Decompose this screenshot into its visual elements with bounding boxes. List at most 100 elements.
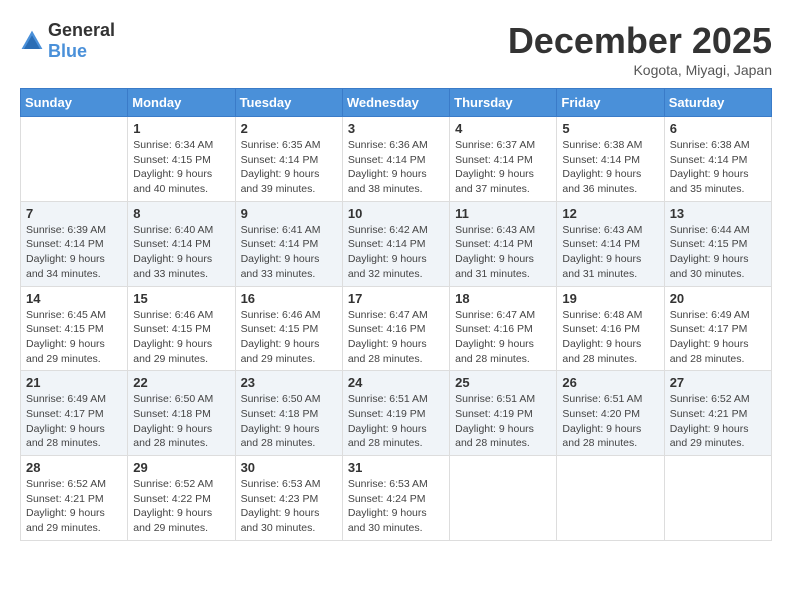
sunrise-text: Sunrise: 6:38 AM — [562, 139, 642, 151]
daylight-text: Daylight: 9 hours and 38 minutes. — [348, 168, 427, 195]
sunset-text: Sunset: 4:15 PM — [241, 323, 319, 335]
day-info: Sunrise: 6:35 AM Sunset: 4:14 PM Dayligh… — [241, 138, 337, 197]
day-number: 20 — [670, 291, 766, 306]
sunrise-text: Sunrise: 6:47 AM — [348, 309, 428, 321]
table-row: 10 Sunrise: 6:42 AM Sunset: 4:14 PM Dayl… — [342, 201, 449, 286]
sunrise-text: Sunrise: 6:44 AM — [670, 224, 750, 236]
sunrise-text: Sunrise: 6:39 AM — [26, 224, 106, 236]
table-row: 19 Sunrise: 6:48 AM Sunset: 4:16 PM Dayl… — [557, 286, 664, 371]
header-tuesday: Tuesday — [235, 89, 342, 117]
logo-general: General — [48, 20, 115, 40]
sunset-text: Sunset: 4:16 PM — [348, 323, 426, 335]
table-row — [450, 456, 557, 541]
sunrise-text: Sunrise: 6:47 AM — [455, 309, 535, 321]
table-row: 29 Sunrise: 6:52 AM Sunset: 4:22 PM Dayl… — [128, 456, 235, 541]
table-row: 6 Sunrise: 6:38 AM Sunset: 4:14 PM Dayli… — [664, 117, 771, 202]
day-number: 19 — [562, 291, 658, 306]
day-number: 21 — [26, 375, 122, 390]
day-info: Sunrise: 6:45 AM Sunset: 4:15 PM Dayligh… — [26, 308, 122, 367]
daylight-text: Daylight: 9 hours and 28 minutes. — [455, 423, 534, 450]
day-number: 28 — [26, 460, 122, 475]
day-info: Sunrise: 6:53 AM Sunset: 4:24 PM Dayligh… — [348, 477, 444, 536]
daylight-text: Daylight: 9 hours and 28 minutes. — [133, 423, 212, 450]
day-number: 5 — [562, 121, 658, 136]
day-info: Sunrise: 6:42 AM Sunset: 4:14 PM Dayligh… — [348, 223, 444, 282]
table-row: 21 Sunrise: 6:49 AM Sunset: 4:17 PM Dayl… — [21, 371, 128, 456]
daylight-text: Daylight: 9 hours and 28 minutes. — [562, 423, 641, 450]
day-number: 8 — [133, 206, 229, 221]
daylight-text: Daylight: 9 hours and 30 minutes. — [348, 507, 427, 534]
sunset-text: Sunset: 4:21 PM — [670, 408, 748, 420]
sunset-text: Sunset: 4:24 PM — [348, 493, 426, 505]
calendar-week-row: 21 Sunrise: 6:49 AM Sunset: 4:17 PM Dayl… — [21, 371, 772, 456]
day-number: 16 — [241, 291, 337, 306]
calendar-header-row: Sunday Monday Tuesday Wednesday Thursday… — [21, 89, 772, 117]
sunrise-text: Sunrise: 6:52 AM — [26, 478, 106, 490]
daylight-text: Daylight: 9 hours and 28 minutes. — [348, 338, 427, 365]
table-row: 7 Sunrise: 6:39 AM Sunset: 4:14 PM Dayli… — [21, 201, 128, 286]
sunset-text: Sunset: 4:19 PM — [455, 408, 533, 420]
daylight-text: Daylight: 9 hours and 28 minutes. — [348, 423, 427, 450]
day-info: Sunrise: 6:49 AM Sunset: 4:17 PM Dayligh… — [670, 308, 766, 367]
sunset-text: Sunset: 4:15 PM — [26, 323, 104, 335]
day-info: Sunrise: 6:49 AM Sunset: 4:17 PM Dayligh… — [26, 392, 122, 451]
day-number: 30 — [241, 460, 337, 475]
header-monday: Monday — [128, 89, 235, 117]
table-row: 26 Sunrise: 6:51 AM Sunset: 4:20 PM Dayl… — [557, 371, 664, 456]
sunset-text: Sunset: 4:14 PM — [670, 154, 748, 166]
day-number: 24 — [348, 375, 444, 390]
table-row — [21, 117, 128, 202]
day-number: 9 — [241, 206, 337, 221]
table-row: 4 Sunrise: 6:37 AM Sunset: 4:14 PM Dayli… — [450, 117, 557, 202]
table-row: 15 Sunrise: 6:46 AM Sunset: 4:15 PM Dayl… — [128, 286, 235, 371]
day-number: 7 — [26, 206, 122, 221]
daylight-text: Daylight: 9 hours and 31 minutes. — [562, 253, 641, 280]
title-area: December 2025 Kogota, Miyagi, Japan — [508, 20, 772, 78]
day-number: 18 — [455, 291, 551, 306]
logo-text: General Blue — [48, 20, 115, 62]
table-row: 11 Sunrise: 6:43 AM Sunset: 4:14 PM Dayl… — [450, 201, 557, 286]
day-info: Sunrise: 6:51 AM Sunset: 4:19 PM Dayligh… — [348, 392, 444, 451]
daylight-text: Daylight: 9 hours and 28 minutes. — [670, 338, 749, 365]
daylight-text: Daylight: 9 hours and 33 minutes. — [133, 253, 212, 280]
sunset-text: Sunset: 4:21 PM — [26, 493, 104, 505]
table-row: 17 Sunrise: 6:47 AM Sunset: 4:16 PM Dayl… — [342, 286, 449, 371]
sunset-text: Sunset: 4:14 PM — [562, 154, 640, 166]
table-row — [557, 456, 664, 541]
daylight-text: Daylight: 9 hours and 31 minutes. — [455, 253, 534, 280]
day-info: Sunrise: 6:52 AM Sunset: 4:22 PM Dayligh… — [133, 477, 229, 536]
page-header: General Blue December 2025 Kogota, Miyag… — [20, 20, 772, 78]
sunrise-text: Sunrise: 6:43 AM — [562, 224, 642, 236]
sunrise-text: Sunrise: 6:36 AM — [348, 139, 428, 151]
sunrise-text: Sunrise: 6:34 AM — [133, 139, 213, 151]
table-row: 23 Sunrise: 6:50 AM Sunset: 4:18 PM Dayl… — [235, 371, 342, 456]
table-row: 9 Sunrise: 6:41 AM Sunset: 4:14 PM Dayli… — [235, 201, 342, 286]
table-row: 22 Sunrise: 6:50 AM Sunset: 4:18 PM Dayl… — [128, 371, 235, 456]
sunset-text: Sunset: 4:14 PM — [133, 238, 211, 250]
sunrise-text: Sunrise: 6:37 AM — [455, 139, 535, 151]
daylight-text: Daylight: 9 hours and 29 minutes. — [26, 507, 105, 534]
day-info: Sunrise: 6:38 AM Sunset: 4:14 PM Dayligh… — [670, 138, 766, 197]
daylight-text: Daylight: 9 hours and 39 minutes. — [241, 168, 320, 195]
day-info: Sunrise: 6:44 AM Sunset: 4:15 PM Dayligh… — [670, 223, 766, 282]
daylight-text: Daylight: 9 hours and 32 minutes. — [348, 253, 427, 280]
day-info: Sunrise: 6:39 AM Sunset: 4:14 PM Dayligh… — [26, 223, 122, 282]
sunset-text: Sunset: 4:23 PM — [241, 493, 319, 505]
day-number: 15 — [133, 291, 229, 306]
sunrise-text: Sunrise: 6:52 AM — [133, 478, 213, 490]
table-row: 3 Sunrise: 6:36 AM Sunset: 4:14 PM Dayli… — [342, 117, 449, 202]
header-friday: Friday — [557, 89, 664, 117]
sunset-text: Sunset: 4:14 PM — [455, 154, 533, 166]
day-number: 6 — [670, 121, 766, 136]
day-info: Sunrise: 6:51 AM Sunset: 4:20 PM Dayligh… — [562, 392, 658, 451]
sunset-text: Sunset: 4:19 PM — [348, 408, 426, 420]
daylight-text: Daylight: 9 hours and 37 minutes. — [455, 168, 534, 195]
sunrise-text: Sunrise: 6:50 AM — [133, 393, 213, 405]
day-number: 23 — [241, 375, 337, 390]
table-row: 30 Sunrise: 6:53 AM Sunset: 4:23 PM Dayl… — [235, 456, 342, 541]
table-row: 5 Sunrise: 6:38 AM Sunset: 4:14 PM Dayli… — [557, 117, 664, 202]
daylight-text: Daylight: 9 hours and 29 minutes. — [133, 507, 212, 534]
daylight-text: Daylight: 9 hours and 30 minutes. — [670, 253, 749, 280]
sunset-text: Sunset: 4:14 PM — [348, 238, 426, 250]
sunrise-text: Sunrise: 6:38 AM — [670, 139, 750, 151]
